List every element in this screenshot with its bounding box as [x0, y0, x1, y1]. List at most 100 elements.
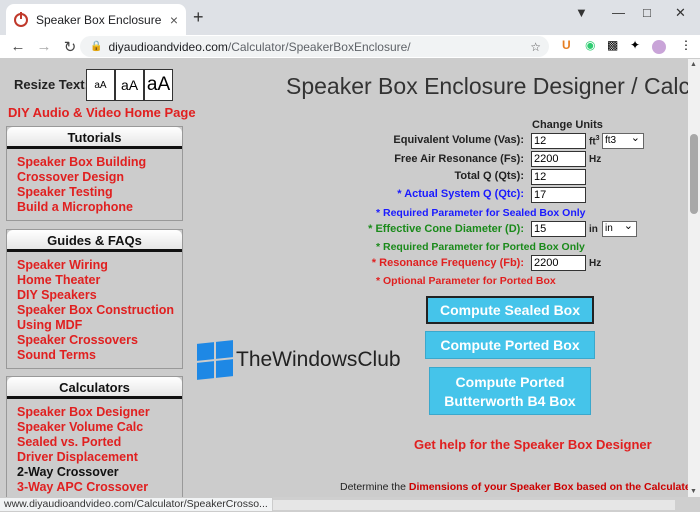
fs-input[interactable]: 2200: [531, 151, 586, 167]
compute-sealed-button[interactable]: Compute Sealed Box: [426, 296, 594, 324]
extension-u-icon[interactable]: U: [562, 38, 571, 52]
calculators-list: Speaker Box Designer Speaker Volume Calc…: [7, 399, 182, 497]
fs-unit: Hz: [589, 154, 602, 165]
url-domain: diyaudioandvideo.com: [108, 39, 228, 54]
minimize-icon[interactable]: —: [612, 5, 625, 20]
watermark-text: TheWindowsClub: [236, 348, 401, 371]
sidebar-link[interactable]: 2-Way Crossover: [17, 465, 182, 480]
cone-diameter-unit: in: [589, 224, 598, 235]
calculators-heading: Calculators: [7, 377, 182, 399]
scrollbar-thumb[interactable]: [690, 134, 698, 214]
vertical-scrollbar[interactable]: ▲ ▼: [688, 59, 700, 497]
determine-highlight: Dimensions of your Speaker Box based on …: [408, 481, 688, 493]
cone-diameter-unit-select[interactable]: in: [602, 219, 637, 237]
fb-unit: Hz: [589, 258, 602, 269]
tab-title: Speaker Box Enclosure Designer: [36, 12, 164, 27]
fb-label: * Resonance Frequency (Fb):: [371, 257, 524, 269]
determine-text: Determine the Dimensions of your Speaker…: [340, 481, 688, 493]
url-path: /Calculator/SpeakerBoxEnclosure/: [227, 39, 411, 54]
sidebar-link[interactable]: DIY Speakers: [17, 288, 182, 303]
sidebar-link[interactable]: Speaker Wiring: [17, 258, 182, 273]
scroll-up-icon[interactable]: ▲: [690, 61, 697, 68]
lock-icon[interactable]: 🔒: [90, 41, 102, 52]
new-tab-button[interactable]: +: [193, 7, 204, 28]
sidebar-link[interactable]: Speaker Crossovers: [17, 333, 182, 348]
sidebar-link[interactable]: 3-Way APC Crossover: [17, 480, 182, 495]
compute-b4-button[interactable]: Compute Ported Butterworth B4 Box: [429, 367, 591, 415]
site-favicon-icon: [14, 11, 28, 27]
close-window-icon[interactable]: ✕: [675, 5, 686, 21]
sidebar-link[interactable]: Using MDF: [17, 318, 182, 333]
maximize-icon[interactable]: □: [643, 5, 651, 20]
profile-avatar[interactable]: [652, 40, 666, 54]
tutorials-panel: Tutorials Speaker Box Building Crossover…: [6, 126, 183, 221]
extension-addon-icon[interactable]: ▩: [607, 38, 618, 52]
vas-label: Equivalent Volume (Vas):: [393, 134, 524, 146]
ported-note: * Required Parameter for Ported Box Only: [376, 241, 585, 253]
extension-grammarly-icon[interactable]: ◉: [585, 38, 595, 52]
resize-text-label: Resize Text:: [14, 77, 89, 92]
calculators-panel: Calculators Speaker Box Designer Speaker…: [6, 376, 183, 497]
tutorials-heading: Tutorials: [7, 127, 182, 149]
vas-unit-select[interactable]: ft3: [602, 131, 644, 149]
change-units-label: Change Units: [532, 119, 603, 131]
vas-unit-sup: 3: [595, 135, 600, 142]
sidebar-link[interactable]: Driver Displacement: [17, 450, 182, 465]
scroll-down-icon[interactable]: ▼: [690, 488, 697, 495]
tab-close-icon[interactable]: ×: [170, 12, 178, 28]
sidebar-link[interactable]: Speaker Box Construction: [17, 303, 182, 318]
vas-input[interactable]: 12: [531, 133, 586, 149]
compute-b4-line2: Butterworth B4 Box: [444, 393, 576, 409]
compute-b4-line1: Compute Ported: [455, 374, 565, 390]
sidebar-link[interactable]: Sealed vs. Ported: [17, 435, 182, 450]
home-page-link[interactable]: DIY Audio & Video Home Page: [8, 105, 196, 120]
sidebar-link[interactable]: Home Theater: [17, 273, 182, 288]
text-size-large-button[interactable]: aA: [144, 69, 173, 101]
sidebar-link[interactable]: Speaker Testing: [17, 185, 182, 200]
guides-panel: Guides & FAQs Speaker Wiring Home Theate…: [6, 229, 183, 369]
fb-input[interactable]: 2200: [531, 255, 586, 271]
toolbar: ← → ↻ 🔒 diyaudioandvideo.com/Calculator/…: [0, 35, 700, 59]
reload-icon[interactable]: ↻: [62, 38, 78, 56]
tutorials-list: Speaker Box Building Crossover Design Sp…: [7, 149, 182, 219]
sidebar-link[interactable]: Build a Microphone: [17, 200, 182, 215]
vas-unit: ft3: [589, 135, 600, 147]
optional-note: * Optional Parameter for Ported Box: [376, 275, 556, 287]
back-icon[interactable]: ←: [10, 38, 26, 55]
web-page: Resize Text: aA aA aA DIY Audio & Video …: [0, 59, 688, 497]
sidebar-link[interactable]: Speaker Box Designer: [17, 405, 182, 420]
compute-ported-button[interactable]: Compute Ported Box: [425, 331, 595, 359]
forward-icon[interactable]: →: [36, 38, 52, 55]
cone-diameter-input[interactable]: 15: [531, 221, 586, 237]
determine-prefix: Determine the: [340, 481, 406, 493]
extensions-puzzle-icon[interactable]: ✦: [630, 38, 640, 52]
text-size-medium-button[interactable]: aA: [115, 69, 144, 101]
qtc-label: * Actual System Q (Qtc):: [397, 188, 524, 200]
page-title: Speaker Box Enclosure Designer / Calcu: [286, 73, 688, 99]
help-link[interactable]: Get help for the Speaker Box Designer: [414, 437, 652, 452]
sidebar-link[interactable]: Sound Terms: [17, 348, 182, 363]
status-bar-url: www.diyaudioandvideo.com/Calculator/Spea…: [0, 497, 273, 512]
menu-dots-icon[interactable]: ⋮: [680, 38, 692, 52]
sidebar-link[interactable]: Crossover Design: [17, 170, 182, 185]
watermark: TheWindowsClub: [197, 340, 401, 380]
tab-strip: Speaker Box Enclosure Designer × + ▼ — □…: [0, 0, 700, 35]
qts-input[interactable]: 12: [531, 169, 586, 185]
browser-tab[interactable]: Speaker Box Enclosure Designer ×: [6, 4, 186, 35]
text-size-small-button[interactable]: aA: [86, 69, 115, 101]
address-bar[interactable]: 🔒 diyaudioandvideo.com/Calculator/Speake…: [80, 36, 549, 57]
fs-label: Free Air Resonance (Fs):: [394, 153, 524, 165]
sealed-note: * Required Parameter for Sealed Box Only: [376, 207, 586, 219]
guides-heading: Guides & FAQs: [7, 230, 182, 252]
qts-label: Total Q (Qts):: [454, 170, 524, 182]
bookmark-star-icon[interactable]: ☆: [530, 40, 541, 54]
sidebar-link[interactable]: Speaker Box Building: [17, 155, 182, 170]
vas-unit-text: ft: [589, 136, 596, 148]
sidebar-link[interactable]: Speaker Volume Calc: [17, 420, 182, 435]
windows-logo-icon: [197, 340, 233, 380]
horizontal-scrollbar[interactable]: [230, 500, 675, 510]
cone-diameter-label: * Effective Cone Diameter (D):: [368, 223, 524, 235]
tab-search-icon[interactable]: ▼: [575, 5, 588, 20]
guides-list: Speaker Wiring Home Theater DIY Speakers…: [7, 252, 182, 367]
qtc-input[interactable]: 17: [531, 187, 586, 203]
